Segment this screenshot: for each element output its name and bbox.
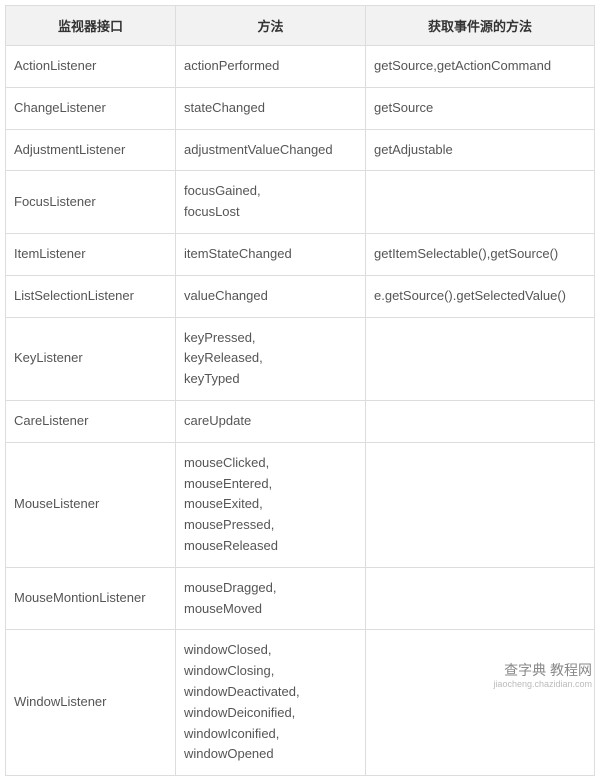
table-header-row: 监视器接口 方法 获取事件源的方法: [6, 6, 595, 46]
cell-methods: focusGained, focusLost: [176, 171, 366, 234]
cell-source: getAdjustable: [366, 129, 595, 171]
cell-interface: MouseListener: [6, 442, 176, 567]
header-methods: 方法: [176, 6, 366, 46]
watermark-cn: 查字典 教程网: [493, 662, 592, 679]
cell-methods: stateChanged: [176, 87, 366, 129]
cell-source: getSource: [366, 87, 595, 129]
cell-interface: CareListener: [6, 400, 176, 442]
cell-methods: actionPerformed: [176, 46, 366, 88]
table-row: CareListenercareUpdate: [6, 400, 595, 442]
cell-interface: MouseMontionListener: [6, 567, 176, 630]
cell-interface: ItemListener: [6, 233, 176, 275]
table-row: KeyListenerkeyPressed, keyReleased, keyT…: [6, 317, 595, 400]
cell-source: e.getSource().getSelectedValue(): [366, 275, 595, 317]
table-row: ListSelectionListenervalueChangede.getSo…: [6, 275, 595, 317]
table-row: MouseMontionListenermouseDragged, mouseM…: [6, 567, 595, 630]
cell-methods: adjustmentValueChanged: [176, 129, 366, 171]
watermark: 查字典 教程网 jiaocheng.chazidian.com: [493, 662, 592, 690]
table-row: ChangeListenerstateChangedgetSource: [6, 87, 595, 129]
cell-methods: valueChanged: [176, 275, 366, 317]
table-row: ItemListeneritemStateChangedgetItemSelec…: [6, 233, 595, 275]
cell-methods: mouseDragged, mouseMoved: [176, 567, 366, 630]
cell-interface: AdjustmentListener: [6, 129, 176, 171]
cell-methods: windowClosed, windowClosing, windowDeact…: [176, 630, 366, 776]
cell-source: [366, 317, 595, 400]
cell-interface: ListSelectionListener: [6, 275, 176, 317]
watermark-en: jiaocheng.chazidian.com: [493, 679, 592, 690]
cell-interface: KeyListener: [6, 317, 176, 400]
header-source: 获取事件源的方法: [366, 6, 595, 46]
cell-source: [366, 442, 595, 567]
cell-source: [366, 567, 595, 630]
table-row: WindowListenerwindowClosed, windowClosin…: [6, 630, 595, 776]
cell-source: getSource,getActionCommand: [366, 46, 595, 88]
cell-methods: mouseClicked, mouseEntered, mouseExited,…: [176, 442, 366, 567]
table-row: MouseListenermouseClicked, mouseEntered,…: [6, 442, 595, 567]
cell-interface: ActionListener: [6, 46, 176, 88]
cell-methods: itemStateChanged: [176, 233, 366, 275]
table-row: FocusListenerfocusGained, focusLost: [6, 171, 595, 234]
cell-source: [366, 630, 595, 776]
cell-source: [366, 400, 595, 442]
cell-interface: ChangeListener: [6, 87, 176, 129]
cell-source: [366, 171, 595, 234]
cell-methods: keyPressed, keyReleased, keyTyped: [176, 317, 366, 400]
table-row: ActionListeneractionPerformedgetSource,g…: [6, 46, 595, 88]
listener-table: 监视器接口 方法 获取事件源的方法 ActionListeneractionPe…: [5, 5, 595, 776]
header-interface: 监视器接口: [6, 6, 176, 46]
cell-interface: FocusListener: [6, 171, 176, 234]
cell-source: getItemSelectable(),getSource(): [366, 233, 595, 275]
table-row: AdjustmentListeneradjustmentValueChanged…: [6, 129, 595, 171]
cell-methods: careUpdate: [176, 400, 366, 442]
cell-interface: WindowListener: [6, 630, 176, 776]
